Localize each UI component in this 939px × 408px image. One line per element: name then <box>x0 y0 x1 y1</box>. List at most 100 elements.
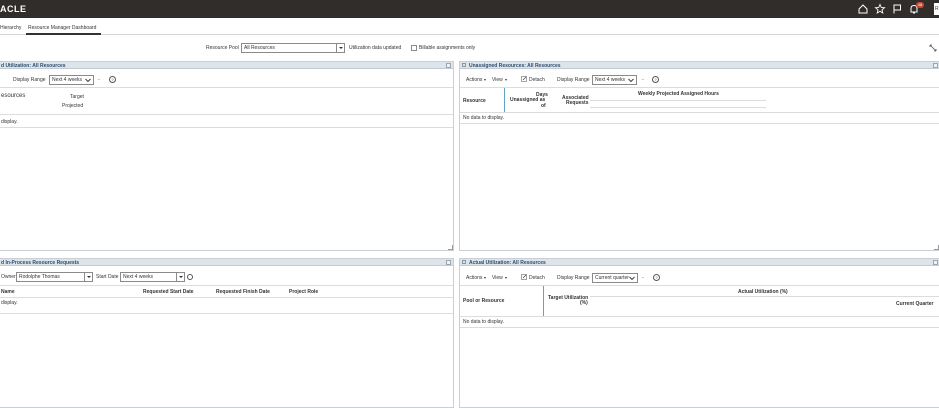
divider <box>0 285 453 286</box>
column-header-target-pct: (%) <box>580 300 588 306</box>
notification-badge: 48 <box>916 2 924 8</box>
panel-title: Unassigned Resources: All Resources <box>469 63 561 69</box>
divider <box>590 100 766 101</box>
collapse-icon[interactable] <box>933 63 938 68</box>
unassigned-resources-panel: Unassigned Resources: All Resources Acti… <box>459 61 939 251</box>
no-data-text: No data to display. <box>463 115 505 121</box>
resize-handle[interactable] <box>934 245 939 250</box>
panel-menu-icon[interactable] <box>462 260 466 264</box>
billable-only-checkbox[interactable] <box>411 45 417 51</box>
divider <box>0 114 453 115</box>
detach-icon[interactable] <box>521 274 527 280</box>
user-avatar[interactable]: R <box>934 3 939 15</box>
view-menu[interactable]: View <box>492 275 507 281</box>
start-date-label: Start Date <box>96 274 119 280</box>
panel-header: Unassigned Resources: All Resources <box>460 62 939 69</box>
billable-only-label: Billable assignments only <box>419 45 476 51</box>
frozen-column-divider <box>504 88 505 112</box>
utilization-updated-label: Utilization data updated <box>349 45 402 51</box>
tab-hierarchy[interactable]: Hierarchy <box>0 25 21 31</box>
projected-utilization-panel: d Utilization: All Resources Display Ran… <box>0 61 454 251</box>
panel-title: Actual Utilization: All Resources <box>469 260 546 266</box>
actions-menu[interactable]: Actions <box>466 275 487 281</box>
chevron-down-icon[interactable] <box>627 76 635 84</box>
resources-header: esources <box>1 93 26 99</box>
resource-pool-value: All Resources <box>244 45 275 51</box>
start-date-select[interactable]: Next 4 weeks <box>120 272 185 282</box>
column-header-requested-finish[interactable]: Requested Finish Date <box>216 289 270 295</box>
actions-label: Actions <box>466 77 483 83</box>
collapse-icon[interactable] <box>933 260 938 265</box>
collapse-icon[interactable] <box>446 63 451 68</box>
panel-header: d Utilization: All Resources <box>0 62 453 69</box>
divider <box>460 285 939 286</box>
collapse-icon[interactable] <box>446 260 451 265</box>
start-date-value: Next 4 weeks <box>123 274 154 280</box>
target-label: Target <box>70 94 84 100</box>
actions-menu[interactable]: Actions <box>466 77 487 83</box>
no-data-text: No data to display. <box>463 319 505 325</box>
column-header-name[interactable]: Name <box>1 289 15 295</box>
actions-label: Actions <box>466 275 483 281</box>
display-range-select[interactable]: Current quarter <box>592 273 638 283</box>
display-range-value: Next 4 weeks <box>595 77 626 83</box>
owner-value: Rodolphe Thomas <box>19 274 60 280</box>
divider <box>0 127 453 128</box>
divider <box>460 327 939 328</box>
help-icon[interactable]: ? <box>109 76 116 83</box>
column-header-associated-2: Requests <box>566 100 589 106</box>
detach-icon[interactable] <box>521 76 527 82</box>
display-range-value: Next 4 weeks <box>52 77 83 83</box>
divider <box>590 107 766 108</box>
tab-resource-manager-dashboard[interactable]: Resource Manager Dashboard <box>28 25 96 31</box>
column-header-resource[interactable]: Resource <box>463 98 486 104</box>
display-range-value: Current quarter <box>595 275 629 281</box>
flag-icon[interactable] <box>891 3 903 15</box>
owner-select[interactable]: Rodolphe Thomas <box>16 272 93 282</box>
divider <box>460 112 939 113</box>
chevron-down-icon[interactable] <box>84 76 92 84</box>
detach-button[interactable]: Detach <box>529 77 545 83</box>
divider <box>0 297 453 298</box>
chevron-down-icon[interactable] <box>84 273 92 281</box>
column-header-project-role[interactable]: Project Role <box>289 289 318 295</box>
active-tab-indicator <box>26 33 101 35</box>
star-icon[interactable] <box>874 3 886 15</box>
column-header-pool-or-resource[interactable]: Pool or Resource <box>463 298 504 304</box>
display-range-select[interactable]: Next 4 weeks <box>592 75 637 85</box>
chevron-down-icon <box>484 276 487 279</box>
chevron-down-icon[interactable] <box>176 273 184 281</box>
top-bar: ACLE 48 R <box>0 0 939 18</box>
column-header-actual-utilization[interactable]: Actual Utilization (%) <box>738 289 788 295</box>
chevron-down-icon[interactable] <box>628 274 636 282</box>
home-icon[interactable] <box>857 3 869 15</box>
chevron-down-icon[interactable] <box>336 44 344 52</box>
chevron-down-icon <box>504 78 507 81</box>
column-header-current-quarter[interactable]: Current Quarter <box>896 301 934 307</box>
help-icon[interactable]: ? <box>652 76 659 83</box>
range-dash: - <box>642 275 644 281</box>
range-dash: - <box>98 77 100 83</box>
view-label: View <box>492 77 503 83</box>
in-process-requests-panel: d In-Process Resource Requests Owner Rod… <box>0 258 454 408</box>
divider <box>0 313 453 314</box>
no-data-text: display. <box>1 119 18 125</box>
panel-menu-icon[interactable] <box>462 63 466 67</box>
brand-logo: ACLE <box>0 4 27 14</box>
resource-pool-select[interactable]: All Resources <box>241 43 345 53</box>
display-range-label: Display Range <box>557 275 590 281</box>
actual-utilization-panel: Actual Utilization: All Resources Action… <box>459 258 939 408</box>
column-header-requested-start[interactable]: Requested Start Date <box>143 289 194 295</box>
detach-button[interactable]: Detach <box>529 275 545 281</box>
divider <box>590 296 939 297</box>
refresh-icon[interactable] <box>187 274 193 280</box>
display-range-select[interactable]: Next 4 weeks <box>49 75 94 85</box>
column-header-weekly-hours[interactable]: Weekly Projected Assigned Hours <box>638 91 719 97</box>
frozen-column-divider <box>543 286 544 316</box>
resize-handle[interactable] <box>448 245 453 250</box>
help-icon[interactable]: ? <box>653 274 660 281</box>
divider <box>460 87 939 88</box>
view-menu[interactable]: View <box>492 77 507 83</box>
owner-label: Owner <box>1 274 16 280</box>
expand-icon[interactable] <box>929 44 937 52</box>
